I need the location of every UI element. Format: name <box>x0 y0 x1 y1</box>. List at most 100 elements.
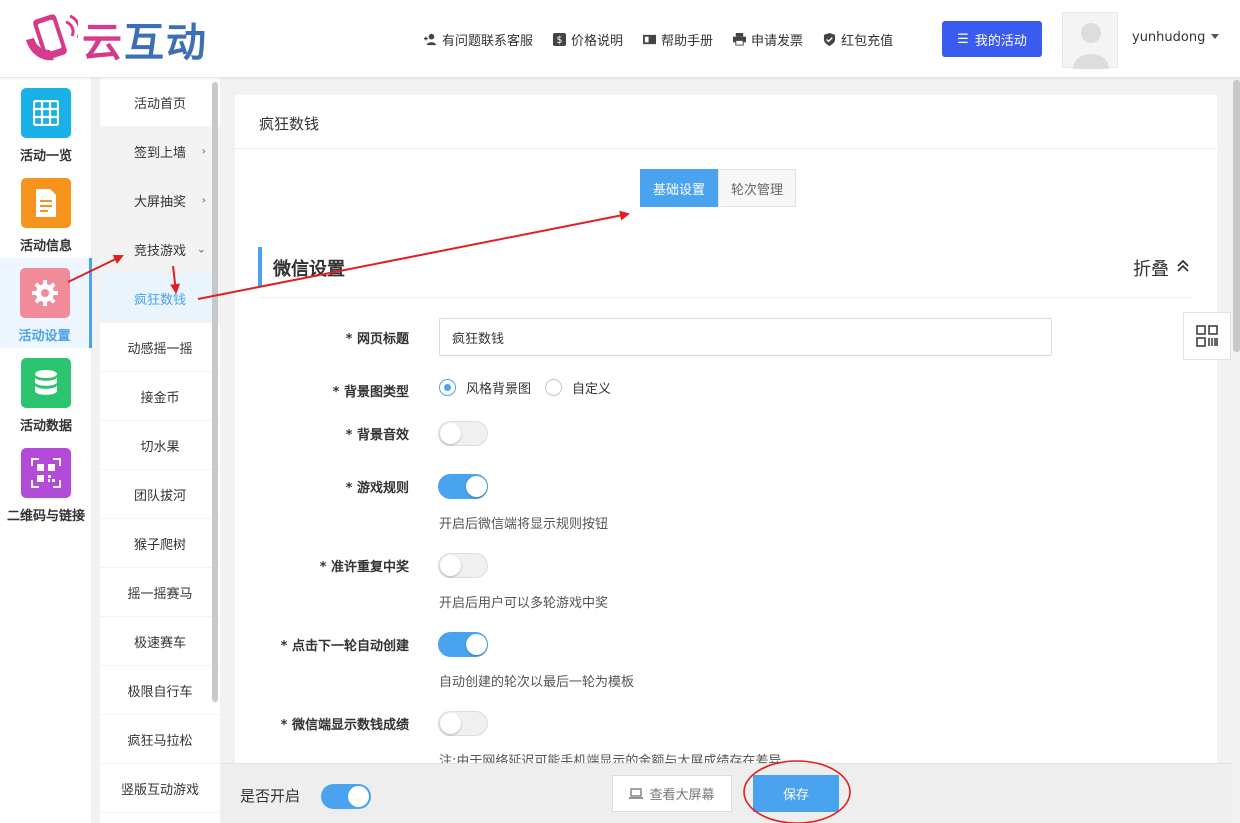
radio-custom-bg[interactable] <box>545 379 563 396</box>
submenu-item[interactable]: 极速赛车 <box>100 617 220 666</box>
save-button[interactable]: 保存 <box>753 775 839 812</box>
submenu-label: 摇一摇赛马 <box>127 586 193 602</box>
bg-sound-toggle[interactable] <box>438 421 488 446</box>
section-title: 微信设置 <box>273 259 345 280</box>
sidebar-item-label: 二维码与链接 <box>6 509 85 524</box>
submenu-scrollbar[interactable] <box>212 82 218 702</box>
tab-basic-settings[interactable]: 基础设置 <box>640 169 719 207</box>
qrcode-icon <box>21 448 71 498</box>
submenu-label: 动感摇一摇 <box>127 341 193 357</box>
floating-qrcode-button[interactable] <box>1183 312 1231 360</box>
auto-create-label: * 点击下一轮自动创建 <box>280 639 409 654</box>
secondary-sidebar: 活动首页 签到上墙 › 大屏抽奖 › 竞技游戏 ⌄ 疯狂数钱 动感摇一摇 接金币 切水… <box>100 78 220 823</box>
view-big-screen-button[interactable]: 查看大屏幕 <box>612 775 732 812</box>
submenu-item[interactable]: 竞技游戏 ⌄ <box>100 225 220 274</box>
submenu-label: 竞技游戏 <box>133 243 186 259</box>
fold-toggle[interactable]: 折叠 <box>1133 255 1189 281</box>
phone-hand-icon <box>20 10 82 68</box>
sidebar-item-activity-info[interactable]: 活动信息 <box>0 168 92 258</box>
nav-pricing[interactable]: $ 价格说明 <box>553 30 623 49</box>
logo[interactable]: 云互动 <box>20 10 208 68</box>
sidebar-item-activity-settings[interactable]: 活动设置 <box>0 258 92 348</box>
show-score-toggle[interactable] <box>438 711 488 736</box>
nav-label: 帮助手册 <box>661 33 714 49</box>
svg-text:$: $ <box>557 35 563 46</box>
submenu-label: 活动首页 <box>133 96 186 112</box>
submenu-item[interactable]: 动感摇一摇 <box>100 323 220 372</box>
toggle-knob <box>466 476 487 497</box>
caret-down-icon <box>1211 34 1220 39</box>
submenu-item[interactable]: 猴子爬树 <box>100 519 220 568</box>
auto-create-hint: 自动创建的轮次以最后一轮为模板 <box>439 675 635 690</box>
list-icon: ☰ <box>957 31 969 47</box>
submenu-label: 疯狂数钱 <box>133 292 186 308</box>
book-icon <box>643 34 657 44</box>
sidebar-item-activity-data[interactable]: 活动数据 <box>0 348 92 438</box>
submenu-item[interactable]: 活动首页 <box>100 78 220 127</box>
bg-type-label: * 背景图类型 <box>332 385 409 400</box>
toggle-knob <box>348 786 369 807</box>
shield-icon <box>823 32 836 46</box>
toggle-knob <box>440 423 461 444</box>
submenu-item[interactable]: 签到上墙 › <box>100 127 220 176</box>
game-rules-hint: 开启后微信端将显示规则按钮 <box>439 517 609 532</box>
gear-icon <box>19 268 70 318</box>
sidebar-item-label: 活动一览 <box>19 149 72 164</box>
enable-label: 是否开启 <box>240 787 301 805</box>
submenu-item[interactable]: 疯狂马拉松 <box>100 715 220 764</box>
top-header: 云互动 有问题联系客服 $ 价格说明 帮助手册 申请发票 红包充值 ☰ 我的活动… <box>0 0 1240 78</box>
username: yunhudong <box>1132 30 1206 45</box>
my-activity-button[interactable]: ☰ 我的活动 <box>942 21 1042 57</box>
submenu-item[interactable]: 摇一摇赛马 <box>100 568 220 617</box>
radio-style-bg[interactable] <box>439 379 456 396</box>
bg-type-radio-group: 风格背景图 自定义 <box>439 378 625 397</box>
radio-label: 自定义 <box>572 382 612 397</box>
repeat-win-label: * 准许重复中奖 <box>319 560 409 575</box>
submenu-item[interactable]: 疯狂数钱 <box>100 274 220 323</box>
document-icon <box>21 178 71 228</box>
toggle-knob <box>440 713 461 734</box>
nav-invoice[interactable]: 申请发票 <box>733 30 803 49</box>
game-rules-toggle[interactable] <box>438 474 488 499</box>
divider <box>235 148 1217 149</box>
nav-red-packet[interactable]: 红包充值 <box>823 30 893 49</box>
auto-create-toggle[interactable] <box>438 632 488 657</box>
grid-icon <box>21 88 71 138</box>
username-dropdown[interactable]: yunhudong <box>1132 30 1220 45</box>
submenu-item[interactable]: 团队拔河 <box>100 470 220 519</box>
primary-sidebar: 活动一览 活动信息 活动设置 活动数据 二维码与链接 <box>0 78 92 823</box>
logo-text-part-2: 互动 <box>124 19 208 66</box>
panel-title: 疯狂数钱 <box>259 115 320 133</box>
tab-round-management[interactable]: 轮次管理 <box>718 169 797 207</box>
submenu-label: 极速赛车 <box>133 635 186 651</box>
sidebar-item-activity-list[interactable]: 活动一览 <box>0 78 92 168</box>
bottom-action-bar: 是否开启 查看大屏幕 保存 <box>220 763 1232 823</box>
qrcode-icon <box>1196 325 1218 347</box>
page-scrollbar[interactable] <box>1233 80 1240 352</box>
view-big-screen-label: 查看大屏幕 <box>649 788 715 803</box>
sidebar-item-label: 活动设置 <box>18 329 71 344</box>
enable-toggle[interactable] <box>321 784 371 809</box>
sidebar-item-label: 活动数据 <box>19 419 72 434</box>
submenu-item[interactable]: 大屏抽奖 › <box>100 176 220 225</box>
avatar[interactable] <box>1062 12 1118 69</box>
repeat-win-toggle[interactable] <box>438 553 488 578</box>
user-plus-icon <box>424 33 437 45</box>
my-activity-label: 我的活动 <box>974 33 1027 49</box>
submenu-item[interactable]: 竖版互动游戏 <box>100 764 220 813</box>
sidebar-item-qrcode-links[interactable]: 二维码与链接 <box>0 438 92 528</box>
submenu-item[interactable]: 接金币 <box>100 372 220 421</box>
dollar-icon: $ <box>553 32 567 46</box>
chevron-down-icon: ⌄ <box>196 242 206 256</box>
chevron-right-icon: › <box>201 144 206 158</box>
submenu-item[interactable]: 极限自行车 <box>100 666 220 715</box>
nav-help-manual[interactable]: 帮助手册 <box>643 30 713 49</box>
submenu-label: 极限自行车 <box>127 684 193 700</box>
fold-label: 折叠 <box>1133 259 1169 280</box>
database-icon <box>21 358 71 408</box>
submenu-item[interactable]: 切水果 <box>100 421 220 470</box>
nav-contact-support[interactable]: 有问题联系客服 <box>424 30 533 49</box>
page-title-input[interactable]: 疯狂数钱 <box>439 318 1052 356</box>
nav-label: 红包充值 <box>841 33 894 49</box>
show-score-label: * 微信端显示数钱成绩 <box>280 718 409 733</box>
